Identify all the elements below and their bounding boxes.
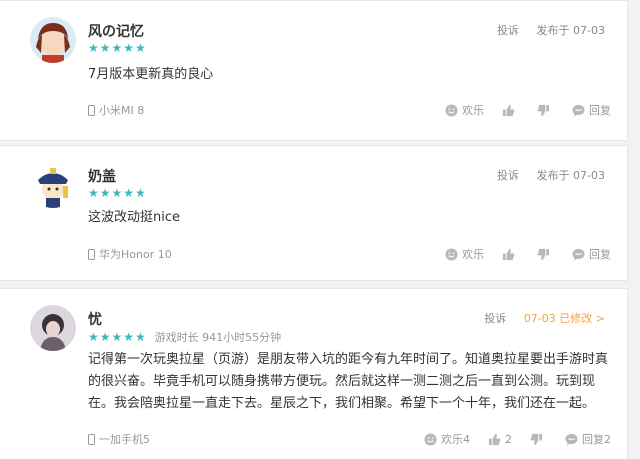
like-button[interactable] xyxy=(502,248,519,261)
post-date: 发布于 07-03 xyxy=(536,169,605,182)
stars: ★★★★★ xyxy=(88,186,147,200)
smile-icon xyxy=(445,247,458,261)
reply-button[interactable]: 回复 xyxy=(572,246,611,262)
device-name: 一加手机5 xyxy=(99,433,150,446)
device-label: 一加手机5 xyxy=(88,431,150,447)
username[interactable]: 奶盖 xyxy=(88,166,116,186)
smile-icon xyxy=(424,432,437,446)
dislike-button[interactable] xyxy=(530,433,547,446)
joy-label: 欢乐 xyxy=(462,104,484,117)
avatar[interactable] xyxy=(30,17,76,63)
joy-button[interactable]: 欢乐 xyxy=(445,102,484,118)
edited-date-link[interactable]: 07-03 已修改 > xyxy=(524,312,605,325)
review-actions: 欢乐4 2 回复2 xyxy=(406,431,611,447)
reply-label: 回复2 xyxy=(582,433,611,446)
reply-label: 回复 xyxy=(589,248,611,261)
comment-icon xyxy=(572,248,585,261)
report-link[interactable]: 投诉 xyxy=(484,312,506,325)
reply-label: 回复 xyxy=(589,104,611,117)
joy-button[interactable]: 欢乐4 xyxy=(424,431,470,447)
thumbs-up-icon xyxy=(502,104,515,117)
comment-icon xyxy=(565,433,578,446)
reply-button[interactable]: 回复 xyxy=(572,102,611,118)
review-card: 奶盖 ★★★★★ 投诉 发布于 07-03 这波改动挺nice 华为Honor … xyxy=(0,145,628,281)
review-text: 7月版本更新真的良心 xyxy=(88,67,214,82)
review-actions: 欢乐 回复 xyxy=(427,102,611,118)
dislike-button[interactable] xyxy=(537,248,554,261)
like-button[interactable]: 2 xyxy=(488,433,512,446)
review-card: 风の记忆 ★★★★★ 投诉 发布于 07-03 7月版本更新真的良心 小米MI … xyxy=(0,0,628,141)
review-card: 忧 ★★★★★ 游戏时长 941小时55分钟 投诉 07-03 已修改 > 记得… xyxy=(0,288,628,459)
phone-icon xyxy=(88,104,95,116)
joy-button[interactable]: 欢乐 xyxy=(445,246,484,262)
review-meta: 投诉 07-03 已修改 > xyxy=(470,310,605,326)
report-link[interactable]: 投诉 xyxy=(497,24,519,37)
thumbs-up-icon xyxy=(488,433,501,446)
stars: ★★★★★ xyxy=(88,330,147,344)
thumbs-down-icon xyxy=(530,433,543,446)
review-meta: 投诉 发布于 07-03 xyxy=(483,167,605,183)
username[interactable]: 忧 xyxy=(88,309,102,329)
avatar[interactable] xyxy=(30,305,76,351)
joy-label: 欢乐4 xyxy=(441,433,470,446)
review-text: 这波改动挺nice xyxy=(88,210,180,225)
dislike-button[interactable] xyxy=(537,104,554,117)
playtime: 游戏时长 941小时55分钟 xyxy=(154,331,282,344)
like-button[interactable] xyxy=(502,104,519,117)
thumbs-down-icon xyxy=(537,248,550,261)
stars: ★★★★★ xyxy=(88,41,147,55)
comment-icon xyxy=(572,104,585,117)
thumbs-up-icon xyxy=(502,248,515,261)
device-label: 华为Honor 10 xyxy=(88,246,172,262)
avatar[interactable] xyxy=(30,162,76,208)
device-label: 小米MI 8 xyxy=(88,102,144,118)
star-rating: ★★★★★ 游戏时长 941小时55分钟 xyxy=(88,329,281,345)
reply-button[interactable]: 回复2 xyxy=(565,431,611,447)
report-link[interactable]: 投诉 xyxy=(497,169,519,182)
review-text: 记得第一次玩奥拉星（页游）是朋友带入坑的距今有九年时间了。知道奥拉星要出手游时真… xyxy=(88,352,609,411)
username[interactable]: 风の记忆 xyxy=(88,21,144,41)
review-actions: 欢乐 回复 xyxy=(427,246,611,262)
phone-icon xyxy=(88,433,95,445)
like-count: 2 xyxy=(505,432,512,446)
device-name: 小米MI 8 xyxy=(99,104,145,117)
device-name: 华为Honor 10 xyxy=(99,248,172,261)
star-rating: ★★★★★ xyxy=(88,186,147,200)
post-date: 发布于 07-03 xyxy=(536,24,605,37)
joy-label: 欢乐 xyxy=(462,248,484,261)
phone-icon xyxy=(88,248,95,260)
star-rating: ★★★★★ xyxy=(88,41,147,55)
review-meta: 投诉 发布于 07-03 xyxy=(483,22,605,38)
smile-icon xyxy=(445,103,458,117)
thumbs-down-icon xyxy=(537,104,550,117)
